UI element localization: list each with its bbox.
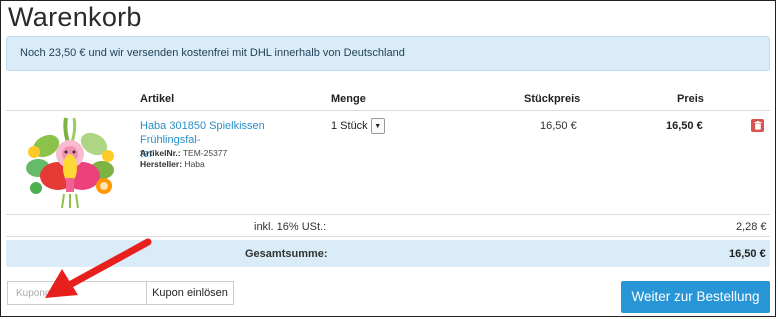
product-article-number: ArtikelNr.: TEM-25377 bbox=[140, 148, 228, 158]
unit-price: 16,50 € bbox=[540, 120, 577, 132]
proceed-to-order-button[interactable]: Weiter zur Bestellung bbox=[621, 281, 770, 313]
item-divider bbox=[6, 214, 770, 215]
tax-label: inkl. 16% USt.: bbox=[254, 221, 327, 233]
column-header-unit-price: Stückpreis bbox=[524, 93, 581, 105]
quantity-select[interactable]: 1 Stück ▼ bbox=[331, 117, 385, 135]
trash-icon bbox=[754, 121, 761, 130]
shipping-info-banner: Noch 23,50 € und wir versenden kostenfre… bbox=[6, 36, 770, 71]
line-price: 16,50 € bbox=[666, 120, 703, 132]
column-header-quantity: Menge bbox=[331, 93, 366, 105]
page-title: Warenkorb bbox=[8, 2, 142, 32]
tax-value: 2,28 € bbox=[736, 221, 767, 233]
column-header-article: Artikel bbox=[140, 93, 175, 105]
column-header-price: Preis bbox=[677, 93, 704, 105]
product-manufacturer: Hersteller: Haba bbox=[140, 159, 205, 169]
chevron-down-icon[interactable]: ▼ bbox=[370, 118, 385, 134]
redeem-coupon-button[interactable]: Kupon einlösen bbox=[146, 281, 234, 305]
product-image[interactable] bbox=[20, 116, 120, 210]
total-label: Gesamtsumme: bbox=[245, 248, 328, 260]
delete-item-button[interactable] bbox=[751, 119, 764, 132]
total-value: 16,50 € bbox=[729, 248, 766, 260]
header-divider bbox=[6, 110, 770, 111]
annotation-arrow-icon bbox=[45, 238, 152, 298]
